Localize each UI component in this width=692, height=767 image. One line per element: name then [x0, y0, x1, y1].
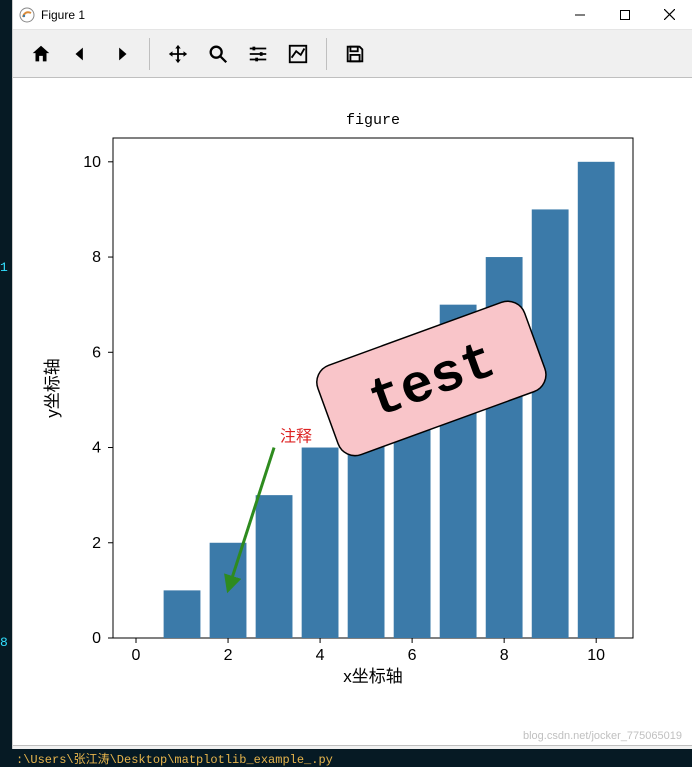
watermark-text: blog.csdn.net/jocker_775065019: [523, 730, 682, 742]
back-button[interactable]: [61, 34, 101, 74]
toolbar-separator: [326, 38, 327, 70]
svg-text:x坐标轴: x坐标轴: [343, 667, 403, 686]
terminal-path: :\Users\张江涛\Desktop\matplotlib_example_.…: [16, 750, 333, 767]
svg-text:4: 4: [316, 647, 325, 664]
pan-button[interactable]: [158, 34, 198, 74]
svg-text:8: 8: [500, 647, 509, 664]
mpl-toolbar: [13, 30, 692, 78]
window-controls: [557, 0, 692, 29]
titlebar: Figure 1: [13, 0, 692, 30]
svg-text:8: 8: [92, 249, 101, 266]
svg-text:y坐标轴: y坐标轴: [43, 358, 62, 418]
svg-text:0: 0: [132, 647, 141, 664]
figure-canvas[interactable]: figure02468100246810x坐标轴y坐标轴注释test blog.…: [13, 78, 692, 745]
svg-text:2: 2: [92, 535, 101, 552]
svg-text:注释: 注释: [280, 428, 312, 446]
background-terminal-strip: :\Users\张江涛\Desktop\matplotlib_example_.…: [12, 749, 692, 767]
svg-text:4: 4: [92, 440, 101, 457]
chart-plot: figure02468100246810x坐标轴y坐标轴注释test: [13, 78, 692, 722]
save-button[interactable]: [335, 34, 375, 74]
window-title: Figure 1: [41, 8, 557, 22]
minimize-button[interactable]: [557, 0, 602, 29]
svg-text:figure: figure: [346, 112, 400, 129]
edit-axis-button[interactable]: [278, 34, 318, 74]
background-editor-strip: 1 8: [0, 0, 12, 767]
svg-text:6: 6: [92, 344, 101, 361]
svg-text:6: 6: [408, 647, 417, 664]
svg-text:10: 10: [83, 154, 101, 171]
svg-text:0: 0: [92, 630, 101, 647]
toolbar-separator: [149, 38, 150, 70]
app-icon: [13, 7, 41, 23]
figure-window: Figure 1: [12, 0, 692, 767]
configure-subplots-button[interactable]: [238, 34, 278, 74]
forward-button[interactable]: [101, 34, 141, 74]
svg-text:10: 10: [587, 647, 605, 664]
home-button[interactable]: [21, 34, 61, 74]
bg-line-number: 1: [0, 260, 12, 275]
maximize-button[interactable]: [602, 0, 647, 29]
bg-line-number: 8: [0, 635, 12, 650]
svg-text:2: 2: [224, 647, 233, 664]
close-button[interactable]: [647, 0, 692, 29]
zoom-button[interactable]: [198, 34, 238, 74]
